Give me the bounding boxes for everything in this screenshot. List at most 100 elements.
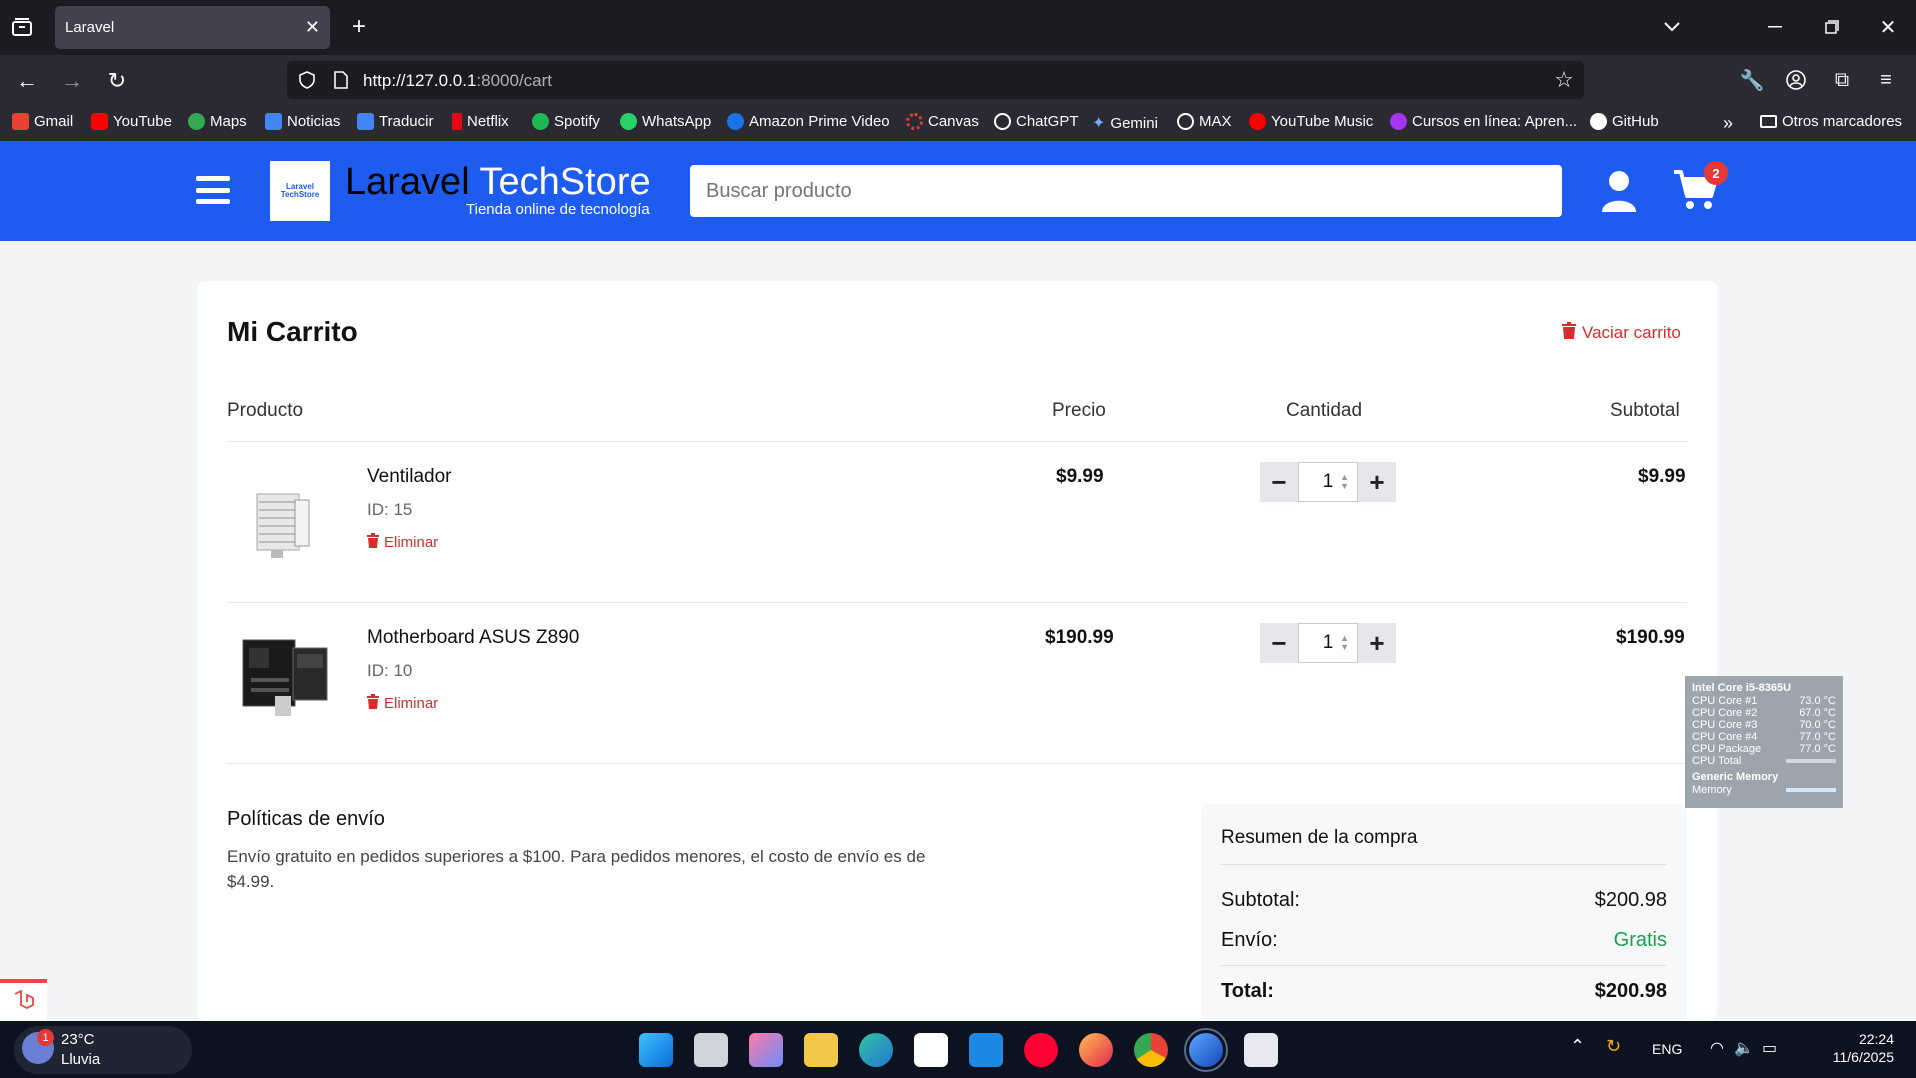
brand-tagline: Tienda online de tecnología: [466, 201, 650, 218]
sensor-row: Memory: [1692, 784, 1836, 796]
youtube-music-icon: [1249, 113, 1266, 130]
reload-icon[interactable]: ↻: [104, 68, 130, 94]
bookmarks-overflow-icon[interactable]: »: [1723, 113, 1733, 134]
bookmark-gemini[interactable]: ✦ Gemini: [1092, 113, 1158, 133]
bookmark-chatgpt[interactable]: ChatGPT: [994, 113, 1079, 130]
brand-name[interactable]: Laravel TechStore: [345, 161, 651, 204]
close-tab-icon[interactable]: ✕: [305, 17, 320, 38]
snipping-tool-icon[interactable]: [1244, 1033, 1278, 1067]
tab-list-icon[interactable]: [10, 15, 34, 39]
firefox-dev-icon[interactable]: [1184, 1028, 1228, 1072]
minimize-icon[interactable]: [1763, 15, 1787, 39]
table-header-divider: [227, 441, 1687, 442]
extensions-icon[interactable]: ⧉: [1830, 68, 1854, 92]
quantity-input[interactable]: 1 ▲ ▼: [1298, 623, 1358, 663]
star-icon[interactable]: ☆: [1552, 67, 1576, 92]
bookmark-netflix[interactable]: Netflix: [452, 113, 509, 130]
bookmark-traducir[interactable]: Traducir: [357, 113, 433, 130]
order-summary-title: Resumen de la compra: [1221, 827, 1418, 848]
bookmark-youtube-music[interactable]: YouTube Music: [1249, 113, 1373, 130]
bookmark-cursos[interactable]: Cursos en línea: Apren...: [1390, 113, 1577, 130]
tray-overflow-icon[interactable]: ⌃: [1570, 1036, 1585, 1057]
chrome-icon[interactable]: [1134, 1033, 1168, 1067]
sensor-row: CPU Package 77.0 °C: [1692, 743, 1836, 755]
row-divider: [227, 602, 1687, 603]
sensor-row: CPU Core #2 67.0 °C: [1692, 707, 1836, 719]
remove-item-button[interactable]: Eliminar: [367, 694, 438, 713]
decrease-quantity-button[interactable]: −: [1260, 462, 1298, 502]
bookmark-maps[interactable]: Maps: [188, 113, 247, 130]
firefox-icon[interactable]: [1079, 1033, 1113, 1067]
close-window-icon[interactable]: ✕: [1876, 15, 1900, 39]
logo[interactable]: Laravel TechStore: [270, 161, 330, 221]
new-tab-icon[interactable]: +: [347, 13, 371, 40]
file-explorer-icon[interactable]: [804, 1033, 838, 1067]
store-icon[interactable]: [914, 1033, 948, 1067]
summary-divider: [1221, 864, 1666, 865]
taskbar-clock[interactable]: 22:24 11/6/2025: [1814, 1030, 1894, 1066]
brand-accent: TechStore: [479, 161, 651, 203]
bookmark-prime-video[interactable]: Amazon Prime Video: [727, 113, 890, 130]
wrench-icon[interactable]: 🔧: [1740, 68, 1765, 92]
volume-icon[interactable]: 🔈: [1734, 1038, 1754, 1058]
bookmark-github[interactable]: GitHub: [1590, 113, 1659, 130]
quantity-value: 1: [1322, 632, 1334, 653]
language-indicator[interactable]: ENG: [1652, 1041, 1682, 1057]
product-name[interactable]: Ventilador: [367, 466, 452, 488]
chevron-down-icon[interactable]: [1660, 15, 1684, 39]
user-icon[interactable]: [1600, 170, 1638, 212]
restore-icon[interactable]: [1820, 15, 1844, 39]
bookmark-spotify[interactable]: Spotify: [532, 113, 600, 130]
start-icon[interactable]: [639, 1033, 673, 1067]
remove-item-button[interactable]: Eliminar: [367, 533, 438, 552]
edge-icon[interactable]: [859, 1033, 893, 1067]
column-header-price: Precio: [1052, 400, 1106, 421]
wifi-icon[interactable]: ◠: [1710, 1038, 1724, 1058]
browser-tab[interactable]: Laravel ✕: [55, 6, 330, 49]
bookmark-canvas[interactable]: Canvas: [906, 113, 979, 130]
search-input[interactable]: [690, 165, 1562, 217]
sensor-row: CPU Core #4 77.0 °C: [1692, 731, 1836, 743]
hardware-monitor-widget[interactable]: Intel Core i5-8365U CPU Core #1 73.0 °C C…: [1685, 676, 1843, 808]
bookmark-gmail[interactable]: Gmail: [12, 113, 73, 130]
decrease-quantity-button[interactable]: −: [1260, 623, 1298, 663]
copilot-icon[interactable]: [749, 1033, 783, 1067]
shield-icon[interactable]: [296, 69, 318, 91]
clear-cart-button[interactable]: Vaciar carrito: [1562, 322, 1681, 344]
update-icon[interactable]: ↻: [1606, 1036, 1621, 1057]
bookmark-max[interactable]: MAX: [1177, 113, 1232, 130]
bookmark-youtube[interactable]: YouTube: [91, 113, 172, 130]
increase-quantity-button[interactable]: +: [1358, 462, 1396, 502]
item-price: $190.99: [1045, 627, 1114, 648]
menu-icon[interactable]: ≡: [1874, 68, 1898, 92]
prime-video-icon: [727, 113, 744, 130]
vscode-icon[interactable]: [969, 1033, 1003, 1067]
summary-shipping-value: Gratis: [1613, 929, 1667, 951]
logo-text: Laravel TechStore: [280, 182, 320, 199]
quantity-input[interactable]: 1 ▲ ▼: [1298, 462, 1358, 502]
url-text[interactable]: http://127.0.0.1:8000/cart: [363, 71, 552, 91]
bookmark-label: WhatsApp: [642, 113, 712, 130]
bookmark-noticias[interactable]: Noticias: [265, 113, 340, 130]
spinner-icon[interactable]: ▲ ▼: [1340, 634, 1349, 652]
increase-quantity-button[interactable]: +: [1358, 623, 1396, 663]
forward-icon[interactable]: →: [59, 68, 85, 94]
youtube-music-taskbar-icon[interactable]: [1024, 1033, 1058, 1067]
battery-icon[interactable]: ▭: [1762, 1038, 1777, 1058]
bookmark-label: Otros marcadores: [1782, 113, 1903, 130]
spinner-icon[interactable]: ▲ ▼: [1340, 473, 1349, 491]
task-view-icon[interactable]: [694, 1033, 728, 1067]
account-icon[interactable]: [1784, 68, 1808, 92]
bookmark-whatsapp[interactable]: WhatsApp: [620, 113, 711, 130]
bookmark-other[interactable]: Otros marcadores: [1760, 113, 1902, 130]
back-icon[interactable]: ←: [14, 68, 40, 94]
memory-name: Generic Memory: [1692, 771, 1779, 783]
laravel-logo-icon[interactable]: [0, 979, 47, 1021]
maps-icon: [188, 113, 205, 130]
page-icon[interactable]: [330, 69, 352, 91]
product-name[interactable]: Motherboard ASUS Z890: [367, 627, 579, 649]
remove-label: Eliminar: [384, 534, 439, 551]
hamburger-menu-icon[interactable]: [196, 176, 230, 204]
gemini-icon: ✦: [1092, 115, 1106, 132]
trash-icon: [367, 694, 379, 713]
